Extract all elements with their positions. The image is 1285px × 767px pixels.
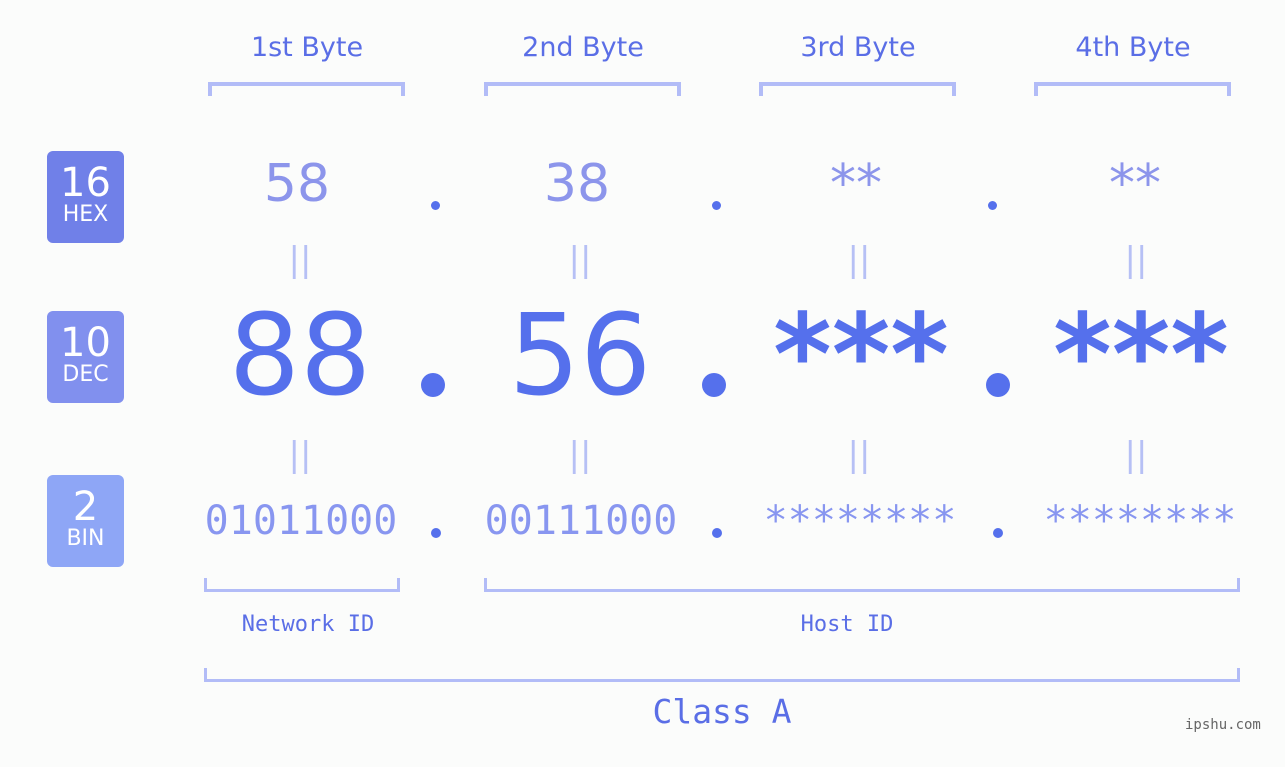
dec-value-2: 56 [508,291,652,421]
byte-bracket-1 [208,82,405,96]
bin-value-1: 01011000 [204,498,398,544]
byte-label-2: 2nd Byte [522,32,644,63]
hex-dot-3 [988,201,997,210]
dec-dot-2 [702,373,726,397]
host-id-label: Host ID [800,612,894,637]
host-id-bracket [484,578,1240,592]
hex-value-3: ** [830,154,882,214]
bin-value-4: ******** [1043,498,1237,544]
bin-badge-label: BIN [66,526,105,551]
bin-badge-number: 2 [72,484,99,530]
bin-badge: 2 BIN [47,475,124,567]
hex-value-4: ** [1109,154,1161,214]
equals-hex-dec-3: || [847,240,871,280]
dec-value-3: *** [773,291,949,421]
watermark: ipshu.com [1185,717,1261,733]
dec-value-4: *** [1053,291,1229,421]
equals-dec-bin-1: || [288,435,312,475]
hex-dot-1 [431,201,440,210]
bin-dot-3 [993,528,1003,538]
equals-hex-dec-1: || [288,240,312,280]
byte-bracket-3 [759,82,956,96]
byte-label-3: 3rd Byte [800,32,916,63]
hex-badge-label: HEX [62,202,109,227]
class-label: Class A [652,692,792,731]
dec-badge-label: DEC [62,362,109,387]
bin-dot-2 [712,528,722,538]
class-bracket [204,668,1240,682]
bin-value-3: ******** [763,498,957,544]
byte-bracket-4 [1034,82,1231,96]
equals-hex-dec-2: || [568,240,592,280]
dec-value-1: 88 [228,291,372,421]
byte-label-4: 4th Byte [1075,32,1191,63]
network-id-label: Network ID [241,612,375,637]
byte-label-1: 1st Byte [250,32,364,63]
equals-hex-dec-4: || [1124,240,1148,280]
equals-dec-bin-2: || [568,435,592,475]
dec-dot-3 [986,373,1010,397]
byte-bracket-2 [484,82,681,96]
dec-badge-number: 10 [60,320,111,366]
dec-dot-1 [421,373,445,397]
hex-value-2: 38 [543,154,611,214]
bin-value-2: 00111000 [484,498,678,544]
equals-dec-bin-3: || [847,435,871,475]
network-id-bracket [204,578,400,592]
hex-dot-2 [712,201,721,210]
hex-value-1: 58 [263,154,331,214]
hex-badge: 16 HEX [47,151,124,243]
equals-dec-bin-4: || [1124,435,1148,475]
bin-dot-1 [431,528,441,538]
dec-badge: 10 DEC [47,311,124,403]
hex-badge-number: 16 [60,160,111,206]
